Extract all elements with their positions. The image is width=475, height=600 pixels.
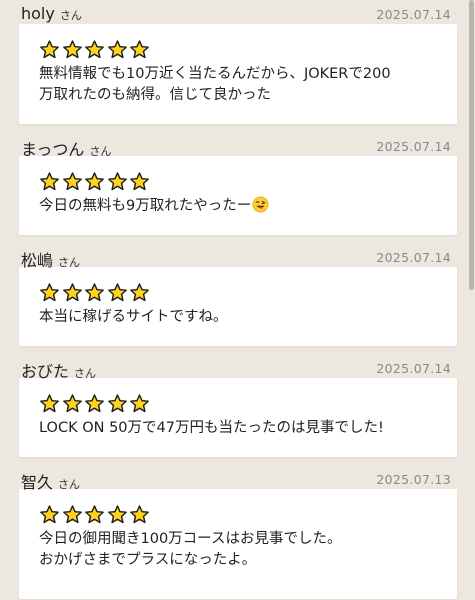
review-header: holy さん 2025.07.14 [10, 0, 465, 24]
review-header: まっつん さん 2025.07.14 [10, 132, 465, 159]
star-icon [62, 171, 83, 192]
reviewer: holy さん [21, 4, 82, 23]
reviewer-name: 智久 [21, 473, 54, 492]
star-icon [107, 171, 128, 192]
star-icon [107, 282, 128, 303]
star-icon [129, 504, 150, 525]
star-icon [107, 393, 128, 414]
star-icon [84, 39, 105, 60]
review-header: 智久 さん 2025.07.13 [10, 465, 465, 492]
review-date: 2025.07.14 [376, 139, 451, 154]
review-card: 無料情報でも10万近く当たるんだから、JOKERで200 万取れたのも納得。信じ… [19, 24, 457, 124]
review-date: 2025.07.14 [376, 361, 451, 376]
reviewer-honorific: さん [89, 145, 112, 158]
review-header: 松嶋 さん 2025.07.14 [10, 243, 465, 270]
reviewer: 智久 さん [21, 469, 80, 493]
reviewer-name: おびた [21, 362, 70, 381]
review-item: 智久 さん 2025.07.13 今日の御用聞き100万コースはお見事でした。 お… [0, 465, 475, 599]
star-rating [39, 38, 437, 60]
star-icon [39, 171, 60, 192]
reviewer: おびた さん [21, 358, 96, 382]
star-icon [62, 39, 83, 60]
star-icon [39, 504, 60, 525]
star-icon [84, 393, 105, 414]
scrollbar-thumb[interactable] [469, 0, 474, 290]
review-comment: 今日の無料も9万取れたやったー [39, 196, 437, 217]
star-icon [129, 39, 150, 60]
star-icon [39, 393, 60, 414]
star-icon [84, 171, 105, 192]
review-card: 今日の御用聞き100万コースはお見事でした。 おかげさまでプラスになったよ。 [19, 489, 457, 599]
review-comment: 無料情報でも10万近く当たるんだから、JOKERで200 万取れたのも納得。信じ… [39, 66, 391, 103]
reviewer-name: 松嶋 [21, 251, 54, 270]
star-rating [39, 392, 437, 414]
star-icon [107, 504, 128, 525]
reviewer-honorific: さん [58, 478, 81, 491]
review-card: 本当に稼げるサイトですね。 [19, 267, 457, 346]
review-comment-text: 今日の無料も9万取れたやったー [39, 198, 252, 214]
star-icon [62, 393, 83, 414]
reviewer: まっつん さん [21, 136, 111, 160]
reviewer: 松嶋 さん [21, 247, 80, 271]
scrollbar[interactable] [469, 0, 475, 600]
reviewer-name: holy [21, 4, 55, 23]
grinning-tongue-wink-emoji-icon [252, 196, 269, 213]
reviewer-honorific: さん [59, 9, 82, 22]
star-icon [39, 282, 60, 303]
review-comment: 今日の御用聞き100万コースはお見事でした。 おかげさまでプラスになったよ。 [39, 531, 342, 568]
review-item: まっつん さん 2025.07.14 今日の無料も9万取れたやったー [0, 132, 475, 235]
review-date: 2025.07.13 [376, 472, 451, 487]
star-icon [129, 282, 150, 303]
review-item: おびた さん 2025.07.14 LOCK ON 50万で47万円も当たったのは… [0, 354, 475, 457]
review-comment: LOCK ON 50万で47万円も当たったのは見事でした! [39, 420, 384, 436]
star-icon [39, 39, 60, 60]
review-date: 2025.07.14 [376, 250, 451, 265]
star-icon [129, 393, 150, 414]
star-icon [107, 39, 128, 60]
star-icon [84, 282, 105, 303]
review-item: 松嶋 さん 2025.07.14 本当に稼げるサイトですね。 [0, 243, 475, 346]
star-rating [39, 170, 437, 192]
star-icon [62, 282, 83, 303]
star-icon [62, 504, 83, 525]
reviewer-honorific: さん [58, 256, 81, 269]
reviewer-name: まっつん [21, 140, 85, 159]
star-rating [39, 503, 437, 525]
star-icon [129, 171, 150, 192]
review-card: LOCK ON 50万で47万円も当たったのは見事でした! [19, 378, 457, 457]
review-card: 今日の無料も9万取れたやったー [19, 156, 457, 235]
review-comment: 本当に稼げるサイトですね。 [39, 309, 228, 325]
review-date: 2025.07.14 [376, 7, 451, 22]
review-item: holy さん 2025.07.14 無料情報でも10万近く当たるんだから、JOK… [0, 0, 475, 124]
reviewer-honorific: さん [74, 367, 97, 380]
review-list[interactable]: holy さん 2025.07.14 無料情報でも10万近く当たるんだから、JOK… [0, 0, 475, 600]
review-header: おびた さん 2025.07.14 [10, 354, 465, 381]
star-icon [84, 504, 105, 525]
star-rating [39, 281, 437, 303]
